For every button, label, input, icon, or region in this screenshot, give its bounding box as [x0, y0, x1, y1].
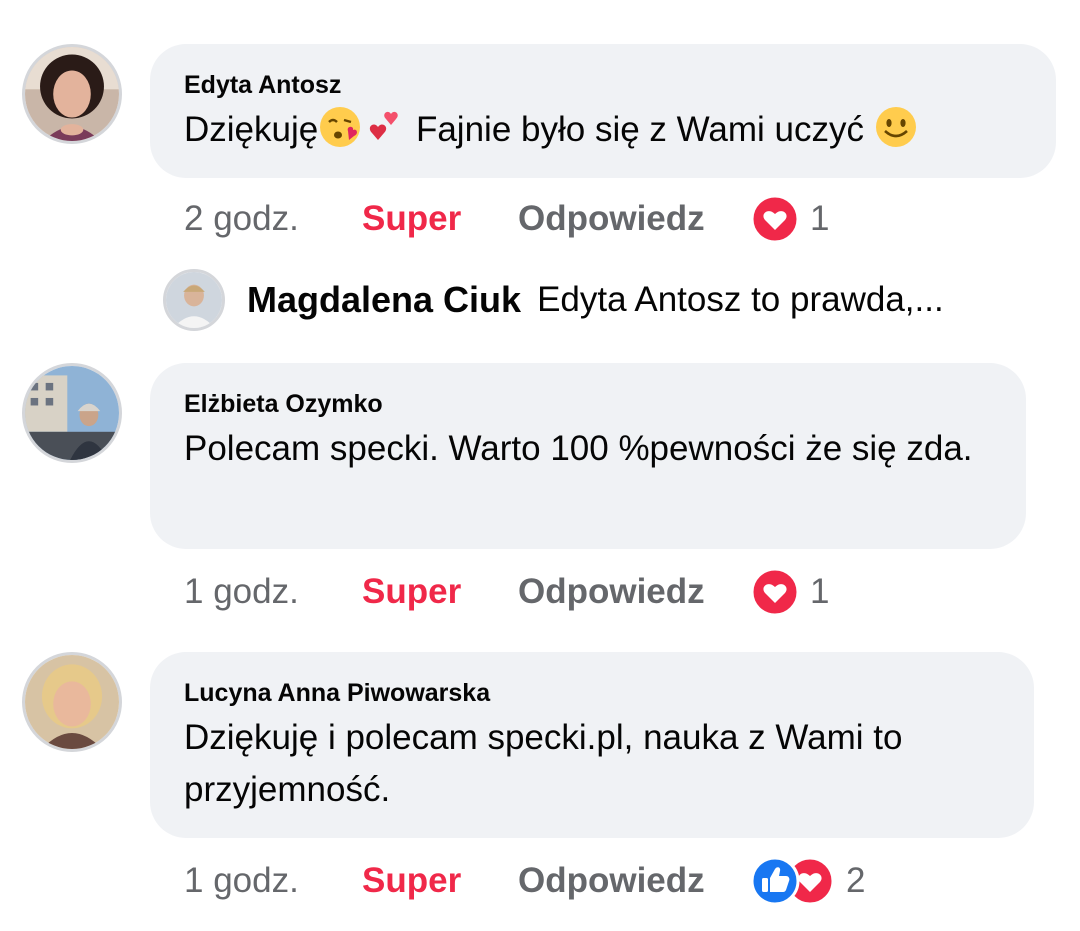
- reply-author[interactable]: Magdalena Ciuk: [247, 279, 521, 321]
- comment-bubble[interactable]: Elżbieta Ozymko Polecam specki. Warto 10…: [150, 363, 1026, 549]
- comment-author[interactable]: Lucyna Anna Piwowarska: [184, 678, 1000, 708]
- two-hearts-icon: [370, 111, 398, 140]
- reaction-summary[interactable]: 2: [750, 856, 865, 906]
- super-reaction-button[interactable]: Super: [362, 572, 518, 612]
- avatar-photo: [25, 366, 119, 460]
- reply-button[interactable]: Odpowiedz: [518, 199, 750, 239]
- super-reaction-button[interactable]: Super: [362, 861, 518, 901]
- comment-bubble[interactable]: Lucyna Anna Piwowarska Dziękuję i poleca…: [150, 652, 1034, 838]
- reply-button[interactable]: Odpowiedz: [518, 861, 750, 901]
- reply-preview[interactable]: Magdalena Ciuk Edyta Antosz to prawda,..…: [163, 268, 944, 332]
- comment-text-part-2: Fajnie było się z Wami uczyć: [406, 110, 874, 149]
- avatar-photo: [25, 47, 119, 141]
- smiling-face-icon: [875, 107, 916, 147]
- like-and-love-reaction-icon: [750, 856, 835, 906]
- comment-text: Dziękuję i polecam specki.pl, nauka z Wa…: [184, 718, 903, 809]
- comment-time[interactable]: 1 godz.: [184, 861, 362, 901]
- reaction-count: 1: [810, 572, 830, 611]
- avatar[interactable]: [22, 652, 122, 752]
- avatar[interactable]: [22, 44, 122, 144]
- reaction-summary[interactable]: 1: [750, 194, 829, 244]
- reaction-count: 2: [846, 861, 866, 900]
- comment-time[interactable]: 1 godz.: [184, 572, 362, 612]
- face-blowing-kiss-icon: [320, 107, 361, 147]
- reaction-count: 1: [810, 199, 830, 238]
- avatar-photo: [25, 655, 119, 749]
- comment-actions: 1 godz. Super Odpowiedz 2: [184, 856, 865, 906]
- comment-author[interactable]: Edyta Antosz: [184, 70, 1022, 100]
- reply-avatar[interactable]: [163, 269, 225, 331]
- comment-bubble[interactable]: Edyta Antosz Dziękuję Fajnie było się z …: [150, 44, 1056, 178]
- comment-text-part-1: Dziękuję: [184, 110, 319, 149]
- love-reaction-icon: [750, 567, 800, 617]
- avatar[interactable]: [22, 363, 122, 463]
- reply-text: Edyta Antosz to prawda,...: [537, 280, 944, 319]
- comment-actions: 1 godz. Super Odpowiedz 1: [184, 567, 829, 617]
- comment-text: Dziękuję Fajnie było się z Wami uczyć: [184, 104, 1022, 156]
- super-reaction-button[interactable]: Super: [362, 199, 518, 239]
- comment-actions: 2 godz. Super Odpowiedz 1: [184, 194, 829, 244]
- comment-author[interactable]: Elżbieta Ozymko: [184, 389, 992, 419]
- reaction-summary[interactable]: 1: [750, 567, 829, 617]
- comment-time[interactable]: 2 godz.: [184, 199, 362, 239]
- reply-button[interactable]: Odpowiedz: [518, 572, 750, 612]
- love-reaction-icon: [750, 194, 800, 244]
- reply-avatar-photo: [166, 272, 222, 328]
- comment-text: Polecam specki. Warto 100 %pewności że s…: [184, 429, 973, 468]
